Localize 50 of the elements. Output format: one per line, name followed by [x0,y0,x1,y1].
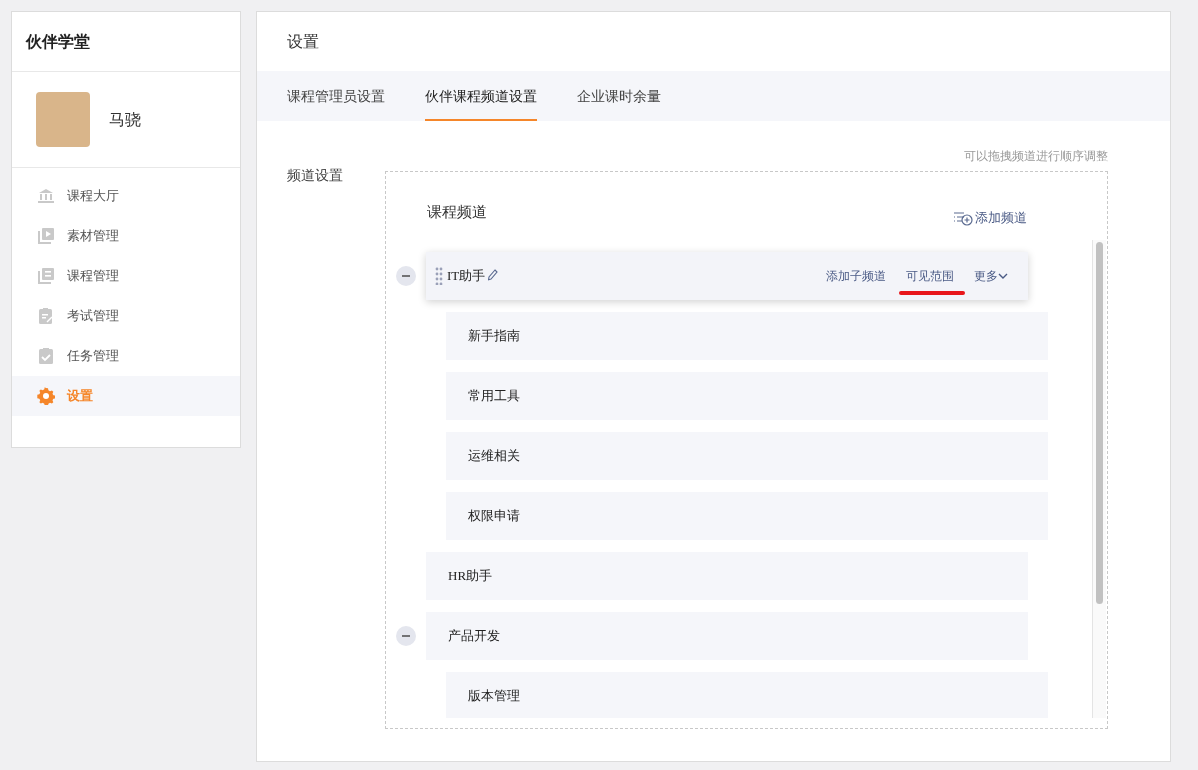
section-label: 频道设置 [287,166,344,185]
channel-row[interactable]: HR助手 [426,552,1028,600]
tab[interactable]: 课程管理员设置 [287,71,385,121]
list-add-icon [953,210,973,226]
sidebar-item[interactable]: 课程管理 [12,256,240,296]
add-channel-button[interactable]: 添加频道 [953,208,1027,228]
minus-icon [402,275,410,277]
channel-action-link[interactable]: 添加子频道 [826,267,886,285]
channel-row[interactable]: 运维相关 [446,432,1048,480]
channel-name: 产品开发 [448,627,500,646]
minus-icon [402,635,410,637]
pencil-icon[interactable] [488,268,499,281]
channel-name: HR助手 [448,567,493,586]
channel-name: 运维相关 [468,447,520,466]
bank-icon [37,187,55,205]
document-stack-icon [37,267,55,285]
sidebar-item[interactable]: 任务管理 [12,336,240,376]
collapse-button[interactable] [396,626,416,646]
channel-name: IT助手 [447,267,486,286]
channel-action-link[interactable]: 更多 [974,267,1008,285]
avatar-placeholder [36,92,90,147]
channel-action-link[interactable]: 可见范围 [906,267,954,285]
user-name: 马骁 [109,109,141,130]
tab[interactable]: 企业课时余量 [577,71,661,121]
chevron-down-icon [998,272,1008,280]
clipboard-edit-icon [37,307,55,325]
sidebar-item[interactable]: 课程大厅 [12,176,240,216]
channel-row[interactable]: 权限申请 [446,492,1048,540]
drag-handle-icon[interactable] [435,267,443,285]
channel-name: 权限申请 [468,507,520,526]
play-stack-icon [37,227,55,245]
sidebar-item[interactable]: 考试管理 [12,296,240,336]
collapse-button[interactable] [396,266,416,286]
channel-row[interactable]: 常用工具 [446,372,1048,420]
page-title: 设置 [287,31,319,52]
scrollbar[interactable] [1092,240,1106,718]
hint-text: 可以拖拽频道进行顺序调整 [964,148,1108,165]
channel-row[interactable]: 版本管理 [446,672,1048,718]
channel-row[interactable]: IT助手 添加子频道 可见范围 更多 [426,252,1028,300]
channel-name: 常用工具 [468,387,520,406]
channel-name: 版本管理 [468,687,520,706]
sidebar-item[interactable]: 素材管理 [12,216,240,256]
sidebar-title: 伙伴学堂 [26,31,90,52]
channel-row[interactable]: 新手指南 [446,312,1048,360]
clipboard-check-icon [37,347,55,365]
channel-name: 新手指南 [468,327,520,346]
tab[interactable]: 伙伴课程频道设置 [425,71,537,121]
channel-row[interactable]: 产品开发 [426,612,1028,660]
channel-section-title: 课程频道 [427,201,487,222]
settings-icon [37,387,55,405]
